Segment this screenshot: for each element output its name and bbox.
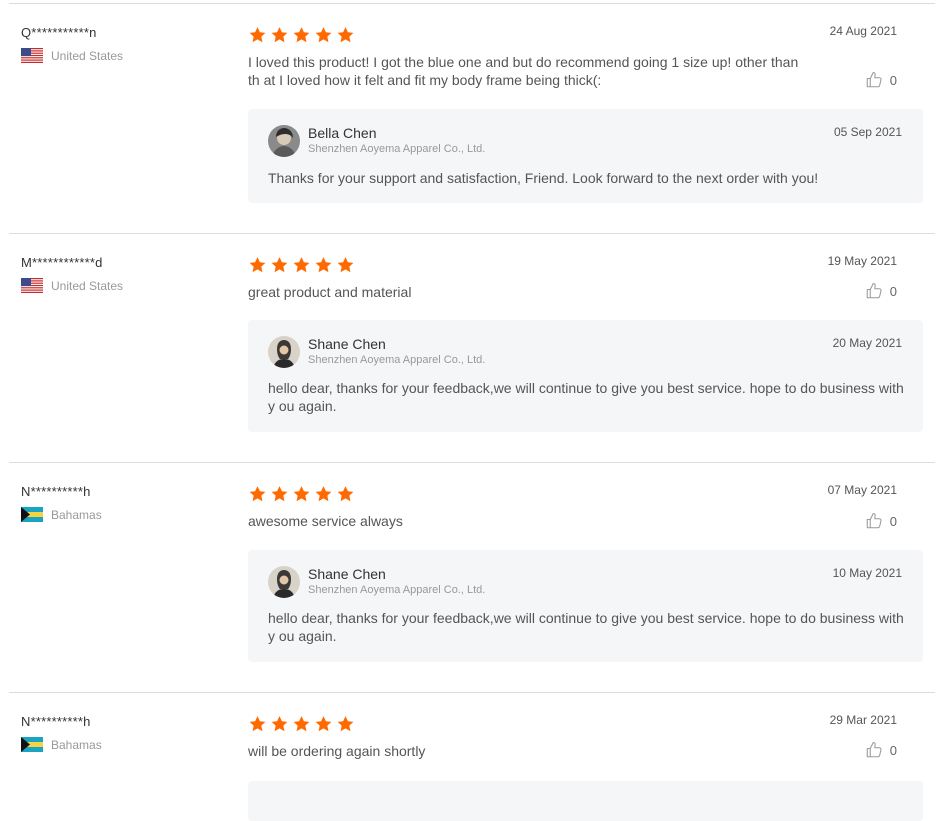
star-icon <box>248 485 267 503</box>
star-icon <box>336 715 355 733</box>
reviewer-info: N**********h Bahamas <box>21 484 221 522</box>
star-icon <box>292 485 311 503</box>
reply-date: 20 May 2021 <box>832 336 902 350</box>
seller-company: Shenzhen Aoyema Apparel Co., Ltd. <box>308 354 486 366</box>
reply-date: 05 Sep 2021 <box>833 125 902 139</box>
reviewer-name: Q***********n <box>21 25 97 40</box>
star-icon <box>270 26 289 44</box>
reply-text: hello dear, thanks for your feedback,we … <box>268 380 904 414</box>
star-icon <box>270 256 289 274</box>
star-icon <box>248 715 267 733</box>
reviewer-name: N**********h <box>21 484 91 499</box>
helpful-count: 0 <box>889 72 897 88</box>
star-icon <box>292 256 311 274</box>
review-text: awesome service always <box>248 513 403 529</box>
review-date: 24 Aug 2021 <box>829 24 897 38</box>
reply-text: Thanks for your support and satisfaction… <box>268 170 819 186</box>
us-flag-icon <box>21 48 43 63</box>
seller-company: Shenzhen Aoyema Apparel Co., Ltd. <box>308 584 486 596</box>
bahamas-flag-icon <box>21 507 43 522</box>
country-name: United States <box>51 278 124 293</box>
star-rating <box>248 26 358 44</box>
star-icon <box>314 256 333 274</box>
reviewer-name: M************d <box>21 255 103 270</box>
star-icon <box>292 26 311 44</box>
us-flag-icon <box>21 278 43 293</box>
star-icon <box>314 485 333 503</box>
star-rating <box>248 715 358 733</box>
reviewer-name: N**********h <box>21 714 91 729</box>
review-item: M************d United States 19 May 2021… <box>9 233 935 462</box>
star-icon <box>336 485 355 503</box>
reviewer-info: N**********h Bahamas <box>21 714 221 752</box>
helpful-button[interactable]: 0 <box>865 282 897 300</box>
review-text: great product and material <box>248 284 412 300</box>
star-icon <box>336 26 355 44</box>
reviewer-info: Q***********n United States <box>21 25 221 63</box>
helpful-button[interactable]: 0 <box>865 741 897 759</box>
star-icon <box>270 485 289 503</box>
thumbs-up-icon[interactable] <box>865 71 883 89</box>
review-date: 29 Mar 2021 <box>829 713 897 727</box>
reviewer-country: Bahamas <box>21 737 221 752</box>
helpful-button[interactable]: 0 <box>865 512 897 530</box>
seller-name: Shane Chen <box>308 336 386 352</box>
seller-name: Shane Chen <box>308 566 386 582</box>
star-icon <box>314 715 333 733</box>
review-item: N**********h Bahamas 29 Mar 2021 will be… <box>9 692 935 821</box>
bahamas-flag-icon <box>21 737 43 752</box>
helpful-count: 0 <box>889 513 897 529</box>
seller-reply: Shane Chen Shenzhen Aoyema Apparel Co., … <box>248 320 923 432</box>
avatar <box>268 336 300 368</box>
star-icon <box>336 256 355 274</box>
star-rating <box>248 485 358 503</box>
star-rating <box>248 256 358 274</box>
star-icon <box>248 26 267 44</box>
reviewer-country: United States <box>21 278 221 293</box>
seller-name: Bella Chen <box>308 125 377 141</box>
seller-reply: Bella Chen Shenzhen Aoyema Apparel Co., … <box>248 109 923 203</box>
country-name: United States <box>51 48 124 63</box>
review-item: N**********h Bahamas 07 May 2021 awesome… <box>9 462 935 692</box>
reply-text: hello dear, thanks for your feedback,we … <box>268 610 904 644</box>
seller-reply <box>248 781 923 821</box>
helpful-count: 0 <box>889 742 897 758</box>
star-icon <box>248 256 267 274</box>
avatar <box>268 566 300 598</box>
thumbs-up-icon[interactable] <box>865 741 883 759</box>
reply-date: 10 May 2021 <box>832 566 902 580</box>
country-name: Bahamas <box>51 737 102 752</box>
star-icon <box>314 26 333 44</box>
seller-company: Shenzhen Aoyema Apparel Co., Ltd. <box>308 143 486 155</box>
helpful-count: 0 <box>889 283 897 299</box>
seller-reply: Shane Chen Shenzhen Aoyema Apparel Co., … <box>248 550 923 662</box>
reviews-list: Q***********n United States 24 Aug 2021 … <box>9 0 935 821</box>
star-icon <box>270 715 289 733</box>
country-name: Bahamas <box>51 507 102 522</box>
reviewer-info: M************d United States <box>21 255 221 293</box>
review-item: Q***********n United States 24 Aug 2021 … <box>9 3 935 233</box>
helpful-button[interactable]: 0 <box>865 71 897 89</box>
review-date: 07 May 2021 <box>827 483 897 497</box>
review-text: I loved this product! I got the blue one… <box>248 54 799 88</box>
review-date: 19 May 2021 <box>827 254 897 268</box>
star-icon <box>292 715 311 733</box>
avatar <box>268 125 300 157</box>
review-text: will be ordering again shortly <box>248 743 426 759</box>
thumbs-up-icon[interactable] <box>865 512 883 530</box>
reviewer-country: United States <box>21 48 221 63</box>
reviewer-country: Bahamas <box>21 507 221 522</box>
thumbs-up-icon[interactable] <box>865 282 883 300</box>
